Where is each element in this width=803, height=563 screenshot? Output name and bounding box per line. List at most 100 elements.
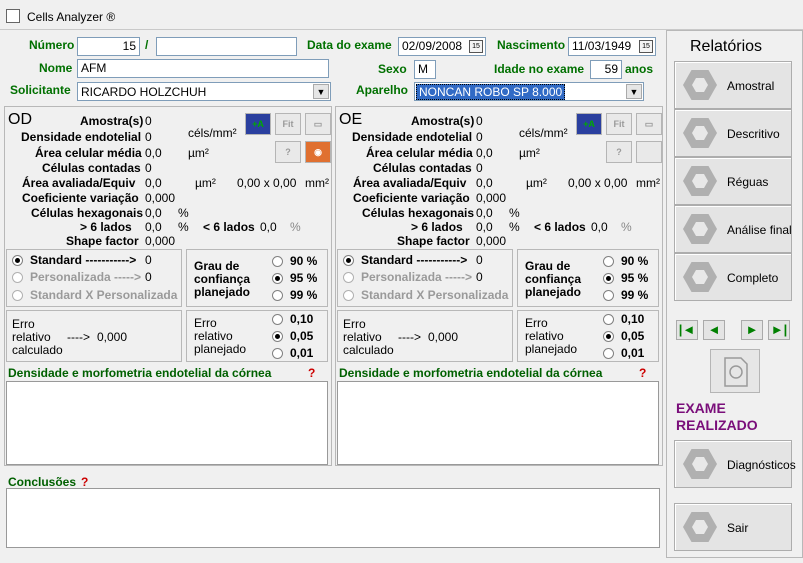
od-morf-textarea[interactable] bbox=[6, 381, 328, 465]
nascimento-field[interactable]: 11/03/1949 15 bbox=[568, 37, 656, 56]
oe-standard-label: Standard -----------> bbox=[361, 253, 468, 267]
od-erro-plan-label: Erro relativo planejado bbox=[194, 316, 247, 356]
completo-button[interactable]: Completo bbox=[674, 253, 792, 301]
oe-standard-radio[interactable] bbox=[343, 255, 354, 266]
od-fit-icon[interactable]: Fit bbox=[275, 113, 301, 135]
calendar-icon[interactable]: 15 bbox=[639, 40, 653, 53]
sair-button[interactable]: Sair bbox=[674, 503, 792, 551]
window-title: Cells Analyzer ® bbox=[27, 10, 116, 24]
oe-grau-radio[interactable] bbox=[603, 273, 614, 284]
od-stdxpers-radio[interactable] bbox=[12, 290, 23, 301]
aparelho-label: Aparelho bbox=[356, 83, 409, 97]
diagnosticos-button-label: Diagnósticos bbox=[727, 458, 796, 472]
oe-erro-radio[interactable] bbox=[603, 314, 614, 325]
oe-erro-option: 0,01 bbox=[621, 346, 645, 360]
od-lt6-label: < 6 lados bbox=[203, 220, 255, 234]
oe-morf-help-icon[interactable]: ? bbox=[639, 366, 646, 380]
reguas-button[interactable]: Réguas bbox=[674, 157, 792, 205]
analise-final-button-label: Análise final bbox=[727, 223, 792, 237]
conclusoes-help-icon[interactable]: ? bbox=[81, 475, 88, 489]
oe-grau-radio[interactable] bbox=[603, 290, 614, 301]
oe-clear-icon[interactable] bbox=[636, 141, 662, 163]
oe-erro-radio[interactable] bbox=[603, 331, 614, 342]
data-exame-field[interactable]: 02/09/2008 15 bbox=[398, 37, 486, 56]
od-morf-help-icon[interactable]: ? bbox=[308, 366, 315, 380]
oe-amostras-label: Amostra(s) bbox=[411, 114, 475, 128]
oe-personal-radio[interactable] bbox=[343, 272, 354, 283]
numero-suffix-input[interactable] bbox=[156, 37, 297, 56]
oe-erro-arrow: ----> bbox=[398, 330, 421, 344]
od-gt6-unit: % bbox=[178, 220, 189, 234]
od-erro-radio[interactable] bbox=[272, 348, 283, 359]
relatorios-title: Relatórios bbox=[690, 38, 763, 55]
oe-add-sample-icon[interactable]: +A bbox=[576, 113, 602, 135]
solicitante-select[interactable]: RICARDO HOLZCHUH ▼ bbox=[77, 82, 331, 101]
oe-stdxpers-label: Standard X Personalizada bbox=[361, 288, 509, 302]
oe-erro-calc-label: Erro relativo calculado bbox=[343, 317, 394, 357]
od-help-icon[interactable]: ? bbox=[275, 141, 301, 163]
last-record-icon[interactable]: ►| bbox=[768, 320, 790, 340]
od-hex-value: 0,0 bbox=[145, 206, 162, 220]
aparelho-select[interactable]: NONCAN ROBO SP 8.000 ▼ bbox=[414, 82, 644, 101]
calendar-icon[interactable]: 15 bbox=[469, 40, 483, 53]
oe-grau-radio[interactable] bbox=[603, 256, 614, 267]
amostral-button[interactable]: Amostral bbox=[674, 61, 792, 109]
od-personal-radio[interactable] bbox=[12, 272, 23, 283]
chevron-down-icon[interactable]: ▼ bbox=[313, 84, 329, 99]
od-morf-label: Densidade e morfometria endotelial da có… bbox=[8, 366, 272, 380]
oe-fit-icon[interactable]: Fit bbox=[606, 113, 632, 135]
completo-button-label: Completo bbox=[727, 271, 779, 285]
first-record-icon[interactable]: |◄ bbox=[676, 320, 698, 340]
od-aval-unit: µm² bbox=[195, 176, 216, 190]
oe-aval-unit2: mm² bbox=[636, 176, 660, 190]
oe-erro-option: 0,05 bbox=[621, 329, 645, 343]
od-add-sample-icon[interactable]: +A bbox=[245, 113, 271, 135]
exam-status: EXAME REALIZADO bbox=[676, 400, 758, 433]
od-grau-radio[interactable] bbox=[272, 256, 283, 267]
od-hex-label: Células hexagonais bbox=[31, 206, 144, 220]
oe-aval-label: Área avaliada/Equiv bbox=[353, 176, 467, 190]
chevron-down-icon[interactable]: ▼ bbox=[626, 84, 642, 99]
od-lt6-unit: % bbox=[290, 220, 301, 234]
oe-erro-radio[interactable] bbox=[603, 348, 614, 359]
od-ruler-icon[interactable]: ▭ bbox=[305, 113, 331, 135]
oe-dens-unit: céls/mm² bbox=[519, 126, 568, 140]
od-grau-option: 99 % bbox=[290, 288, 318, 302]
data-exame-label: Data do exame bbox=[307, 38, 392, 52]
od-standard-label: Standard -----------> bbox=[30, 253, 137, 267]
oe-stdxpers-radio[interactable] bbox=[343, 290, 354, 301]
od-standard-radio[interactable] bbox=[12, 255, 23, 266]
oe-grau-label: Grau de confiança planejado bbox=[525, 259, 582, 299]
oe-contadas-value: 0 bbox=[476, 161, 483, 175]
od-aval-dim: 0,00 x 0,00 bbox=[237, 176, 297, 190]
oe-erro-option: 0,10 bbox=[621, 312, 645, 326]
od-grau-radio[interactable] bbox=[272, 290, 283, 301]
nome-input[interactable]: AFM bbox=[77, 59, 329, 78]
od-erro-radio[interactable] bbox=[272, 331, 283, 342]
idade-input[interactable]: 59 bbox=[590, 60, 622, 79]
hexagon-icon bbox=[683, 214, 717, 244]
analise-final-button[interactable]: Análise final bbox=[674, 205, 792, 253]
oe-help-icon[interactable]: ? bbox=[606, 141, 632, 163]
sexo-input[interactable]: M bbox=[414, 60, 436, 79]
od-clear-icon[interactable]: ◉ bbox=[305, 141, 331, 163]
numero-input[interactable]: 15 bbox=[77, 37, 140, 56]
oe-hex-label: Células hexagonais bbox=[362, 206, 475, 220]
exam-done-button[interactable] bbox=[710, 349, 760, 393]
conclusoes-textarea[interactable] bbox=[6, 488, 660, 548]
oe-coef-label: Coeficiente variação bbox=[353, 191, 470, 205]
descritivo-button[interactable]: Descritivo bbox=[674, 109, 792, 157]
next-record-icon[interactable]: ► bbox=[741, 320, 763, 340]
od-grau-radio[interactable] bbox=[272, 273, 283, 284]
od-erro-radio[interactable] bbox=[272, 314, 283, 325]
oe-morf-textarea[interactable] bbox=[337, 381, 659, 465]
previous-record-icon[interactable]: ◄ bbox=[703, 320, 725, 340]
oe-ruler-icon[interactable]: ▭ bbox=[636, 113, 662, 135]
app-icon bbox=[6, 9, 20, 23]
od-personal-label: Personalizada -----> bbox=[30, 270, 142, 284]
od-erro-option: 0,10 bbox=[290, 312, 314, 326]
diagnosticos-button[interactable]: Diagnósticos bbox=[674, 440, 796, 488]
oe-hex-value: 0,0 bbox=[476, 206, 493, 220]
od-grau-label: Grau de confiança planejado bbox=[194, 259, 251, 299]
reguas-button-label: Réguas bbox=[727, 175, 769, 189]
